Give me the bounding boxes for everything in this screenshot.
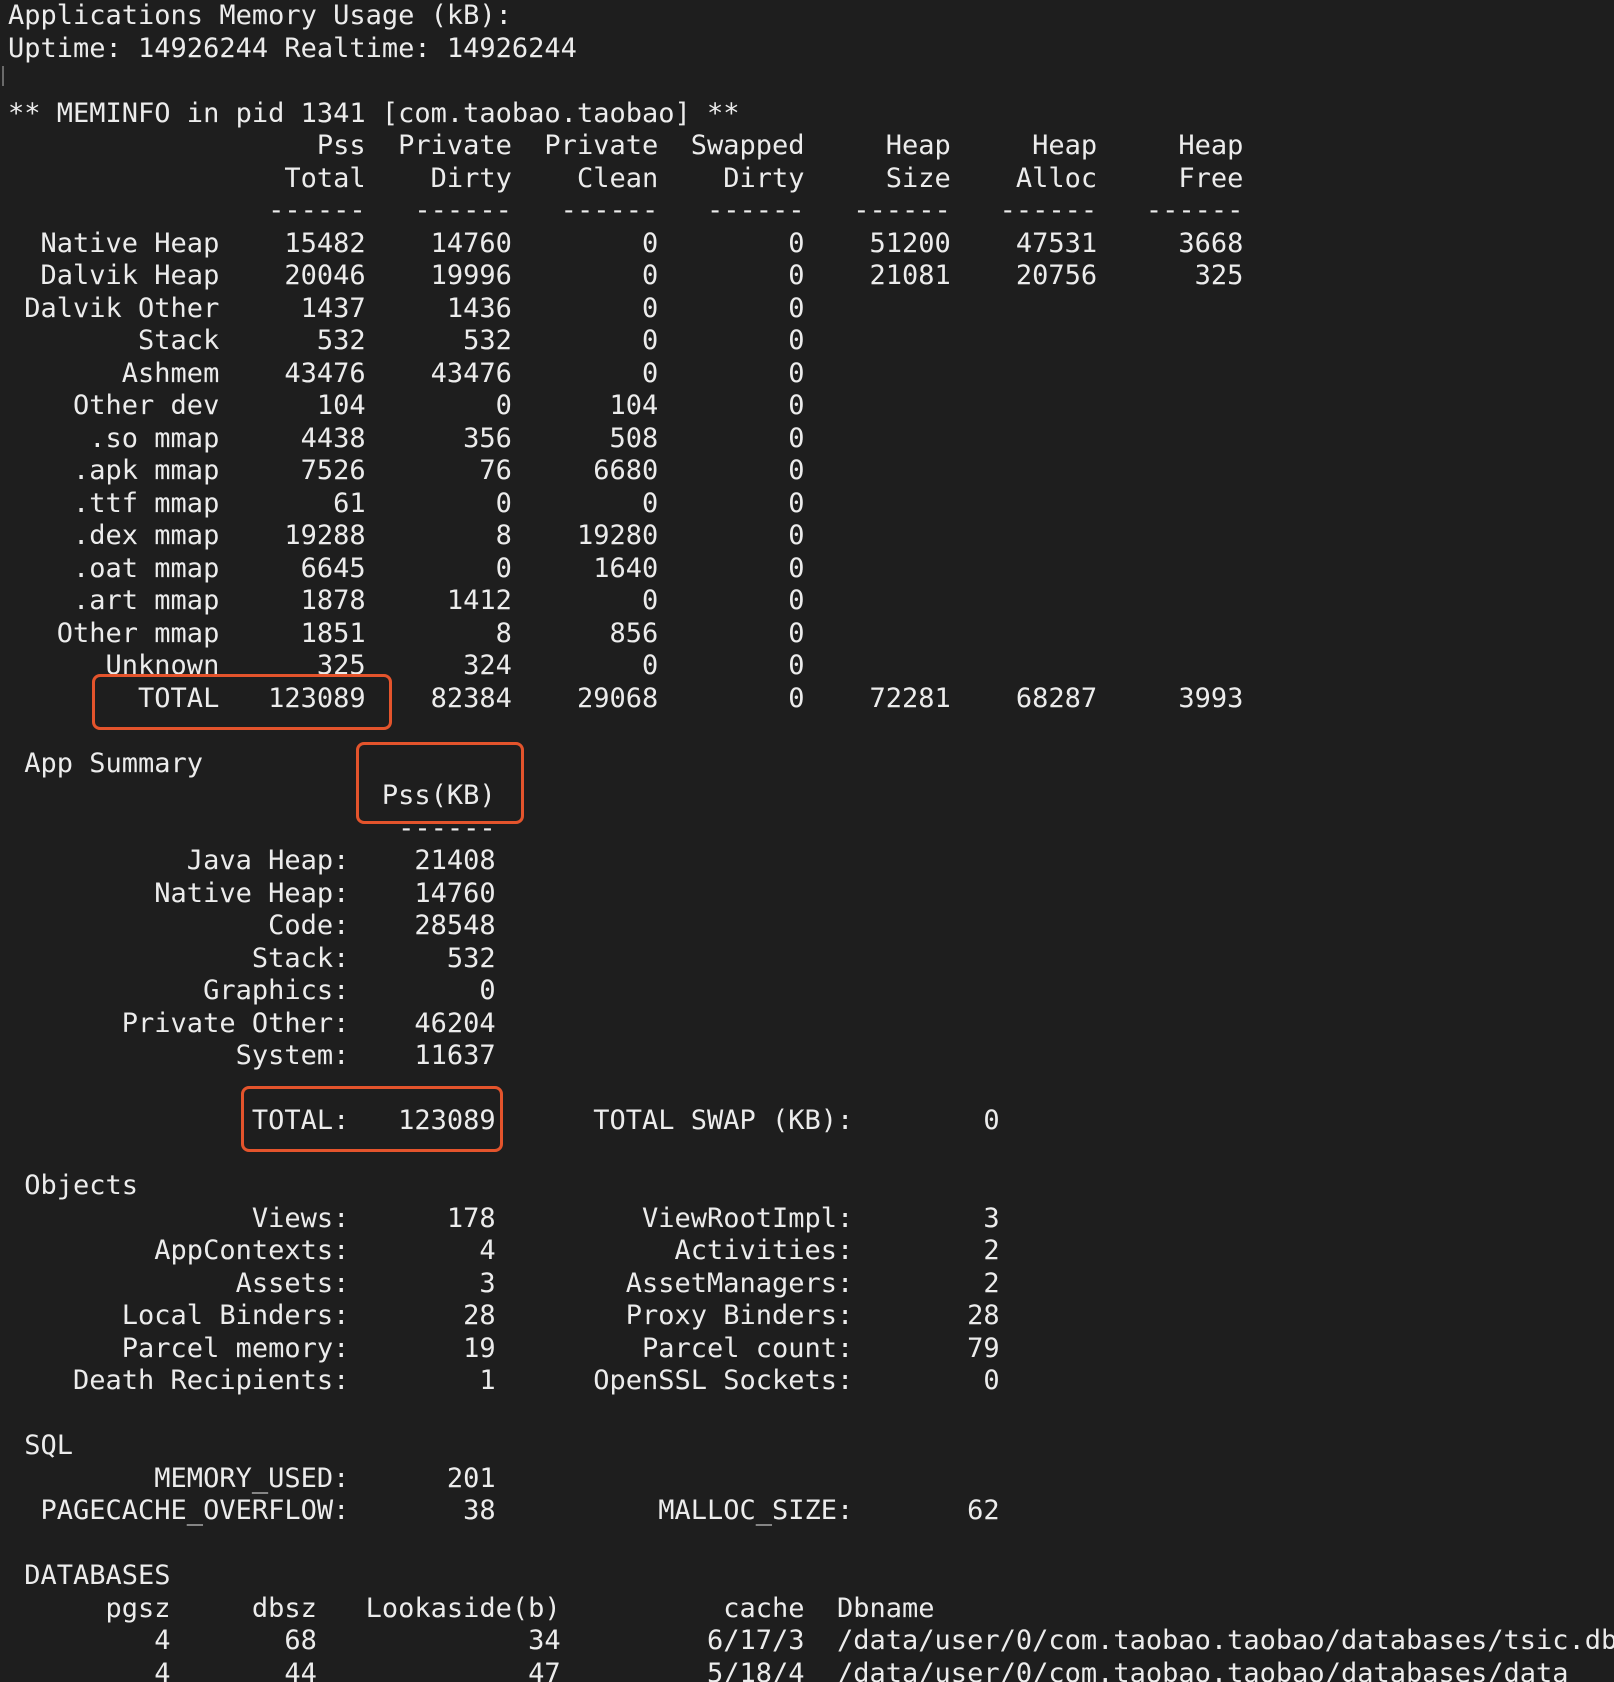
terminal-line: SQL [8, 1430, 74, 1461]
terminal-line: .oat mmap 6645 0 1640 0 [8, 552, 805, 584]
terminal-line: Applications Memory Usage (kB): [8, 0, 512, 31]
terminal-line: AppContexts: 4 Activities: 2 [8, 1235, 1000, 1266]
terminal-line: DATABASES [8, 1560, 171, 1591]
terminal-line: ** MEMINFO in pid 1341 [com.taobao.taoba… [8, 97, 740, 129]
terminal-line: 4 44 47 5/18/4 /data/user/0/com.taobao.t… [8, 1657, 1569, 1682]
terminal-line: Private Other: 46204 [8, 1007, 496, 1039]
terminal-line: Java Heap: 21408 [8, 845, 496, 876]
terminal-line: Death Recipients: 1 OpenSSL Sockets: 0 [8, 1365, 1000, 1396]
terminal-line: Stack 532 532 0 0 [8, 325, 805, 356]
terminal-line: Parcel memory: 19 Parcel count: 79 [8, 1332, 1000, 1364]
terminal-line: Other dev 104 0 104 0 [8, 390, 805, 421]
terminal-line: Unknown 325 324 0 0 [8, 650, 805, 681]
terminal-line: pgsz dbsz Lookaside(b) cache Dbname [8, 1592, 935, 1624]
terminal-line: TOTAL 123089 82384 29068 0 72281 68287 3… [8, 682, 1244, 714]
terminal-line: ------ ------ ------ ------ ------ -----… [8, 195, 1244, 226]
terminal-line: MEMORY_USED: 201 [8, 1462, 496, 1494]
terminal-line: System: 11637 [8, 1040, 496, 1071]
terminal-line: Pss(KB) [8, 780, 496, 811]
terminal-line: Code: 28548 [8, 910, 496, 941]
terminal-line: .dex mmap 19288 8 19280 0 [8, 520, 805, 551]
terminal-line: Pss Private Private Swapped Heap Heap He… [8, 130, 1244, 161]
terminal-line: .so mmap 4438 356 508 0 [8, 422, 805, 454]
terminal-line: App Summary [8, 747, 204, 779]
terminal-line: Graphics: 0 [8, 975, 496, 1006]
terminal-line: .apk mmap 7526 76 6680 0 [8, 455, 805, 486]
terminal-line: Dalvik Other 1437 1436 0 0 [8, 292, 805, 324]
terminal-line: 4 68 34 6/17/3 /data/user/0/com.taobao.t… [8, 1625, 1614, 1656]
terminal-line: Ashmem 43476 43476 0 0 [8, 357, 805, 389]
terminal-window[interactable]: Applications Memory Usage (kB): Uptime: 1… [0, 0, 1614, 1682]
terminal-line: Other mmap 1851 8 856 0 [8, 617, 805, 649]
terminal-line: Dalvik Heap 20046 19996 0 0 21081 20756 … [8, 260, 1244, 291]
terminal-line: TOTAL: 123089 TOTAL SWAP (KB): 0 [8, 1105, 1000, 1136]
terminal-line: Objects [8, 1170, 139, 1201]
terminal-line: .art mmap 1878 1412 0 0 [8, 585, 805, 616]
terminal-line: PAGECACHE_OVERFLOW: 38 MALLOC_SIZE: 62 [8, 1495, 1000, 1526]
terminal-line: ------ [8, 812, 496, 844]
terminal-line: Native Heap: 14760 [8, 877, 496, 909]
terminal-line: Views: 178 ViewRootImpl: 3 [8, 1202, 1000, 1234]
text-cursor [2, 66, 4, 86]
terminal-line: Native Heap 15482 14760 0 0 51200 47531 … [8, 227, 1244, 259]
terminal-line: Assets: 3 AssetManagers: 2 [8, 1267, 1000, 1299]
terminal-line: Uptime: 14926244 Realtime: 14926244 [8, 32, 577, 64]
terminal-line: Stack: 532 [8, 942, 496, 974]
terminal-line: Total Dirty Clean Dirty Size Alloc Free [8, 162, 1244, 194]
terminal-line: Local Binders: 28 Proxy Binders: 28 [8, 1300, 1000, 1331]
terminal-line: .ttf mmap 61 0 0 0 [8, 487, 805, 519]
